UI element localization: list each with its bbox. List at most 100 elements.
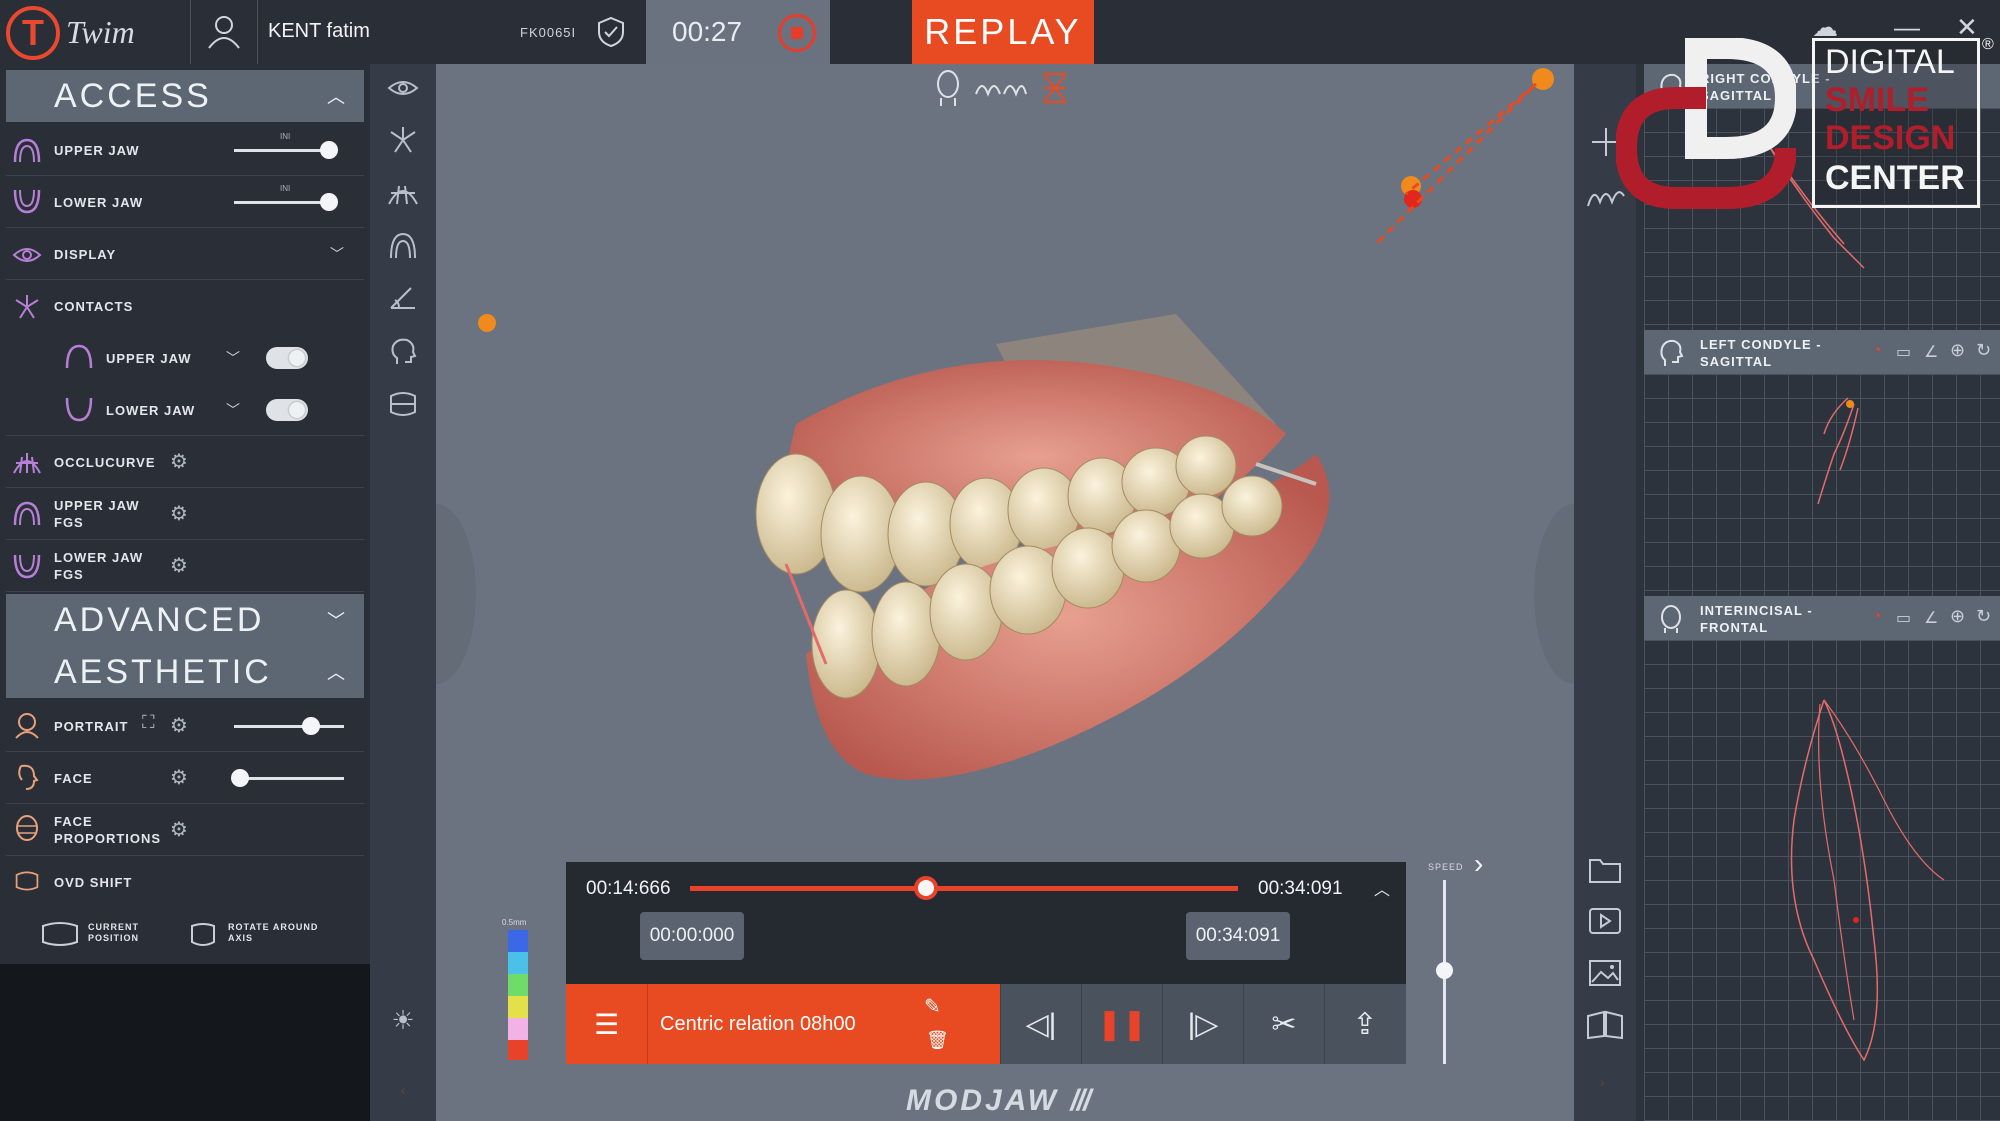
edit-icon[interactable]: ✎ — [924, 994, 941, 1019]
timeline-playhead[interactable] — [913, 876, 938, 900]
chevron-down-icon[interactable]: ﹀ — [226, 348, 240, 368]
lower-jaw-icon — [13, 554, 41, 579]
watermark-line-1: DIGITAL — [1825, 43, 1955, 81]
section-access-title: ACCESS — [54, 76, 212, 115]
folder-icon[interactable] — [1588, 854, 1622, 884]
current-position-icon[interactable] — [40, 920, 80, 950]
image-icon[interactable] — [1588, 958, 1622, 988]
jaw-3d-model[interactable] — [636, 234, 1396, 894]
user-button[interactable] — [190, 0, 258, 64]
section-aesthetic[interactable]: AESTHETIC ︿ — [6, 646, 364, 698]
section-advanced[interactable]: ADVANCED ﹀ — [6, 594, 364, 646]
ruler-icon[interactable]: ▭ — [1896, 342, 1911, 362]
video-icon[interactable] — [1588, 906, 1622, 936]
brightness-icon[interactable]: ☀ — [387, 1004, 419, 1036]
rotate-axis-icon[interactable] — [188, 920, 218, 950]
portrait-row: PORTRAIT ⛶ ⚙ — [6, 700, 364, 752]
rotate-axis-label[interactable]: ROTATE AROUND AXIS — [228, 922, 318, 944]
lower-jaw-slider-knob[interactable] — [320, 193, 338, 211]
reset-icon[interactable]: ↻ — [1976, 340, 1991, 361]
contacts-upper-toggle[interactable] — [266, 347, 308, 369]
gear-icon[interactable]: ⚙ — [170, 449, 188, 474]
cut-button[interactable]: ✂ — [1243, 984, 1324, 1064]
add-point-icon[interactable]: ⊕ — [1950, 340, 1965, 361]
pause-button[interactable]: ❚❚ — [1081, 984, 1162, 1064]
graph-left-condyle[interactable] — [1644, 374, 2000, 596]
export-button[interactable]: ⇪ — [1324, 984, 1405, 1064]
portrait-slider-knob[interactable] — [302, 717, 320, 735]
gear-icon[interactable]: ⚙ — [170, 553, 188, 578]
jaw-block-icon[interactable] — [387, 388, 419, 420]
registered-mark: ® — [1982, 36, 1994, 53]
right-panel: RIGHT CONDYLE - SAGITTAL LEFT CONDYLE - SA… — [1636, 64, 2000, 1121]
speed-slider-knob[interactable] — [1436, 962, 1453, 979]
face-slider-knob[interactable] — [230, 769, 249, 787]
recording-name-field[interactable]: Centric relation 08h00 ✎ 🗑 — [648, 984, 1000, 1064]
portrait-opacity-slider[interactable] — [234, 725, 344, 728]
gear-icon[interactable]: ⚙ — [170, 765, 188, 790]
ruler-icon[interactable]: ▭ — [1896, 608, 1911, 628]
collapse-right-panel-icon[interactable]: › — [1600, 1074, 1605, 1090]
eye-icon[interactable] — [387, 72, 419, 104]
angle-icon[interactable]: ∠ — [1924, 342, 1938, 362]
trajectory-point[interactable] — [478, 314, 496, 332]
replay-button[interactable]: REPLAY — [912, 0, 1094, 64]
watermark-line-3: DESIGN — [1825, 119, 1956, 157]
arch-icon[interactable] — [387, 230, 419, 262]
occlucurve-row[interactable]: OCCLUCURVE ⚙ — [6, 436, 364, 488]
head-profile-icon — [1660, 339, 1684, 366]
face-proportions-icon — [16, 815, 38, 841]
fullscreen-icon[interactable]: ⛶ — [142, 712, 155, 733]
graph-interincisal[interactable] — [1644, 640, 2000, 1121]
contacts-lower-toggle[interactable] — [266, 399, 308, 421]
shield-check-icon[interactable] — [596, 16, 626, 48]
stop-record-button[interactable] — [778, 14, 816, 52]
menu-icon[interactable]: ☰ — [566, 984, 648, 1064]
graph-header-interincisal: INTERINCISAL - FRONTAL ◔ ▭ ∠ ⊕ ↻ — [1644, 596, 2000, 640]
chevron-down-icon[interactable]: ﹀ — [226, 400, 240, 420]
reset-icon[interactable]: ↻ — [1976, 606, 1991, 627]
face-view-icon[interactable] — [932, 68, 964, 108]
collapse-left-icon[interactable]: ‹ — [387, 1074, 419, 1106]
trace-toggle-icon[interactable]: ◔ — [1872, 608, 1882, 626]
chevron-up-icon[interactable]: ︿ — [1374, 876, 1390, 900]
step-back-button[interactable]: ◁| — [1000, 984, 1081, 1064]
angle-icon[interactable]: ∠ — [1924, 608, 1938, 628]
graph-header-left-condyle: LEFT CONDYLE - SAGITTAL ◔ ▭ ∠ ⊕ ↻ — [1644, 330, 2000, 374]
trajectory-view-icon[interactable] — [1040, 70, 1070, 106]
upper-jaw-fgs-row[interactable]: UPPER JAW FGS ⚙ — [6, 488, 364, 540]
right-panel-handle[interactable] — [1534, 504, 1574, 684]
timeline-track[interactable] — [690, 886, 1238, 891]
gear-icon[interactable]: ⚙ — [170, 501, 188, 526]
head-profile-icon[interactable] — [387, 336, 419, 368]
left-panel-handle[interactable] — [436, 504, 476, 684]
upper-jaw-label: UPPER JAW — [54, 143, 140, 158]
contacts-row[interactable]: CONTACTS — [6, 280, 364, 332]
jaws-view-icon[interactable] — [974, 76, 1028, 100]
display-row[interactable]: DISPLAY ﹀ — [6, 228, 364, 280]
lower-jaw-fgs-row[interactable]: LOWER JAW FGS ⚙ — [6, 540, 364, 592]
range-end-field[interactable]: 00:34:091 — [1186, 912, 1290, 960]
ovd-shift-row[interactable]: OVD SHIFT — [6, 856, 364, 908]
gear-icon[interactable]: ⚙ — [170, 713, 188, 738]
occlucurve-icon[interactable] — [387, 176, 419, 208]
face-proportions-row[interactable]: FACE PROPORTIONS ⚙ — [6, 804, 364, 856]
range-start-field[interactable]: 00:00:000 — [640, 912, 744, 960]
collapse-right-icon[interactable]: › — [1474, 848, 1483, 880]
gear-icon[interactable]: ⚙ — [170, 817, 188, 842]
trace-toggle-icon[interactable]: ◔ — [1872, 342, 1882, 360]
ovd-shift-icon — [15, 871, 39, 891]
section-access[interactable]: ACCESS ︿ — [6, 70, 364, 122]
current-position-label[interactable]: CURRENT POSITION — [88, 922, 139, 944]
step-forward-button[interactable]: |▷ — [1162, 984, 1243, 1064]
angle-icon[interactable] — [387, 282, 419, 314]
upper-jaw-icon — [13, 501, 41, 526]
upper-jaw-slider-knob[interactable] — [320, 141, 338, 159]
ini-marker: INI — [280, 184, 291, 193]
book-icon[interactable] — [1586, 1010, 1624, 1040]
trash-icon[interactable]: 🗑 — [926, 1030, 949, 1051]
face-opacity-slider[interactable] — [234, 777, 344, 780]
occlucurve-label: OCCLUCURVE — [54, 455, 156, 470]
add-point-icon[interactable]: ⊕ — [1950, 606, 1965, 627]
contacts-icon[interactable] — [387, 124, 419, 156]
